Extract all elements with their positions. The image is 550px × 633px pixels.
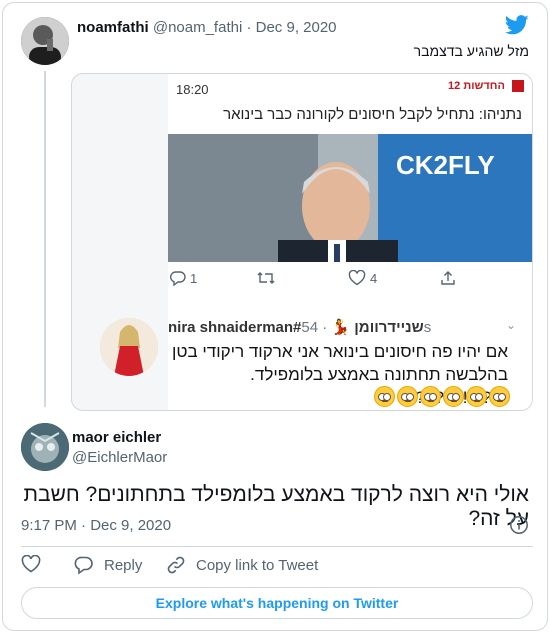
- twitter-bird-icon[interactable]: [505, 15, 529, 35]
- copy-link-button[interactable]: Copy link to Tweet: [166, 555, 318, 575]
- parent-handle[interactable]: @noam_fathi: [153, 19, 242, 36]
- heart-icon: [21, 555, 41, 573]
- screenshot-like: 4: [348, 270, 377, 286]
- thread-line: [44, 71, 46, 407]
- reply-icon: [74, 556, 93, 575]
- retweet-icon: [257, 272, 275, 284]
- news-logo: החדשות 12: [448, 80, 524, 93]
- eye-roll-emoji: [397, 386, 418, 407]
- parent-text: מזל שהגיע בדצמבר: [413, 43, 529, 59]
- explore-button[interactable]: Explore what's happening on Twitter: [21, 587, 533, 619]
- parent-header: noamfathi @noam_fathi · Dec 9, 2020: [77, 19, 337, 36]
- screenshot-retweet: [256, 270, 276, 286]
- main-handle[interactable]: @EichlerMaor: [72, 449, 167, 466]
- screenshot-like-count: 4: [370, 270, 378, 286]
- eye-roll-emoji: [420, 386, 441, 407]
- reply-label[interactable]: Reply: [104, 557, 142, 574]
- embedded-image[interactable]: 18:20 החדשות 12 נתניהו: נתחיל לקבל חיסונ…: [71, 73, 533, 411]
- eye-roll-emoji-row: [374, 386, 510, 407]
- heart-icon: [348, 270, 366, 286]
- main-avatar[interactable]: [21, 423, 69, 471]
- screenshot-reply: 1: [170, 270, 197, 286]
- news-channel: 12: [448, 80, 461, 92]
- news-logo-icon: [512, 80, 524, 93]
- eye-roll-emoji: [374, 386, 395, 407]
- inner-tweet-avatar: [100, 318, 158, 376]
- reply-button[interactable]: Reply: [74, 555, 142, 575]
- screenshot-action-row: 1 4: [168, 270, 532, 294]
- status-time: 18:20: [176, 82, 209, 97]
- share-icon: [441, 271, 455, 285]
- eye-roll-emoji: [466, 386, 487, 407]
- news-brand: החדשות: [463, 80, 505, 92]
- tweet-card: noamfathi @noam_fathi · Dec 9, 2020 מזל …: [2, 2, 548, 631]
- link-icon: [167, 556, 185, 574]
- info-icon[interactable]: [509, 515, 529, 535]
- inner-tweet-name: nira shnaiderman#שניידרוומן: [168, 319, 424, 336]
- photo-sign: CK2FLY: [396, 150, 495, 180]
- parent-name[interactable]: noamfathi: [77, 19, 149, 36]
- eye-roll-emoji: [489, 386, 510, 407]
- divider: [21, 546, 533, 547]
- eye-roll-emoji: [443, 386, 464, 407]
- parent-date[interactable]: · Dec 9, 2020: [246, 19, 336, 36]
- main-timestamp[interactable]: 9:17 PM · Dec 9, 2020: [21, 517, 171, 534]
- parent-avatar[interactable]: [21, 17, 69, 65]
- inner-tweet-line-1: אם יהיו פה חיסונים בינואר אני ארקוד ריקו…: [171, 342, 508, 361]
- main-name[interactable]: maor eichler: [72, 429, 161, 446]
- chevron-down-icon: ⌄: [505, 318, 516, 332]
- news-photo: CK2FLY: [168, 134, 532, 262]
- tweet-actions: Reply Copy link to Tweet: [21, 555, 533, 579]
- inner-tweet-header: nira shnaiderman#שניידרוומן 💃 · 54s: [168, 318, 431, 336]
- dancer-emoji: 💃: [331, 319, 351, 336]
- screenshot-reply-count: 1: [190, 270, 198, 286]
- reply-icon: [170, 271, 186, 286]
- news-headline: נתניהו: נתחיל לקבל חיסונים לקורונה כבר ב…: [223, 106, 522, 123]
- like-button[interactable]: [21, 555, 41, 573]
- copy-link-label[interactable]: Copy link to Tweet: [196, 557, 318, 574]
- screenshot-share: [440, 270, 456, 286]
